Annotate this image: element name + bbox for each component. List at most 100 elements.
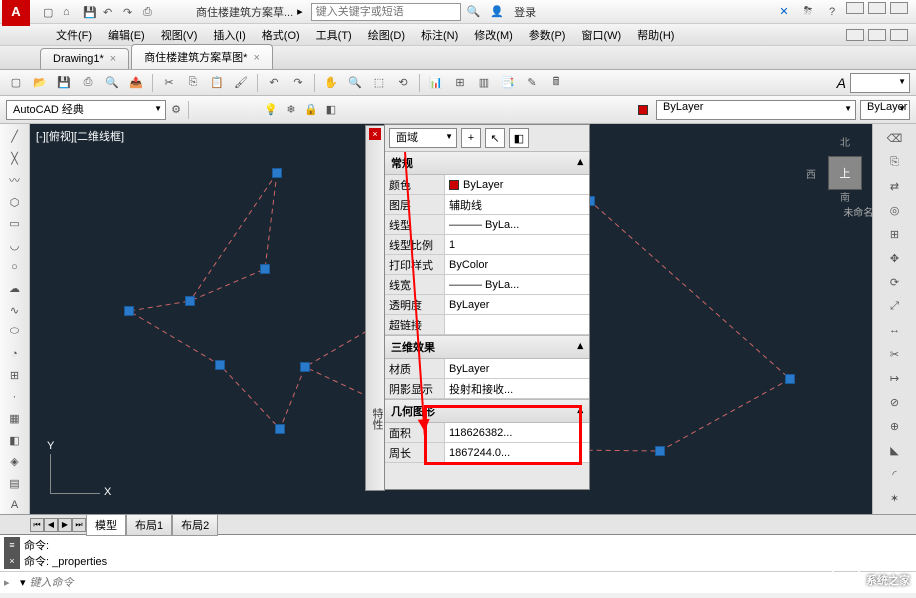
rectangle-icon[interactable]: ▭	[3, 215, 27, 233]
gear-icon[interactable]: ⚙	[166, 100, 186, 120]
menu-draw[interactable]: 绘图(D)	[362, 25, 411, 45]
new-icon[interactable]: ▢	[6, 73, 26, 93]
menu-params[interactable]: 参数(P)	[523, 25, 572, 45]
cmd-close-icon[interactable]: ×	[4, 553, 20, 569]
revcloud-icon[interactable]: ☁	[3, 280, 27, 298]
properties-icon[interactable]: 📊	[426, 73, 446, 93]
stretch-icon[interactable]: ↔	[885, 320, 905, 340]
line-icon[interactable]: ╱	[3, 128, 27, 146]
close-icon[interactable]: ×	[110, 53, 116, 65]
arc-icon[interactable]: ◡	[3, 237, 27, 255]
tab-first-icon[interactable]: ⏮	[30, 518, 44, 532]
layout-tab-model[interactable]: 模型	[86, 514, 126, 536]
xline-icon[interactable]: ╳	[3, 150, 27, 168]
mirror-icon[interactable]: ⇄	[885, 176, 905, 196]
scale-icon[interactable]: ⤢	[885, 296, 905, 316]
exchange-icon[interactable]: ✕	[774, 2, 794, 22]
menu-help[interactable]: 帮助(H)	[631, 25, 680, 45]
cmd-history-icon[interactable]: ≡	[4, 537, 20, 553]
layout-tab-layout2[interactable]: 布局2	[172, 514, 218, 536]
doc-minimize-button[interactable]	[846, 29, 864, 41]
block-icon[interactable]: ⊞	[3, 366, 27, 384]
doc-tab-scheme[interactable]: 商住楼建筑方案草图*×	[131, 44, 273, 69]
table-icon[interactable]: ▤	[3, 475, 27, 493]
publish-icon[interactable]: 📤	[126, 73, 146, 93]
grip-icon[interactable]	[124, 306, 134, 316]
spline-icon[interactable]: ∿	[3, 301, 27, 319]
close-icon[interactable]: ×	[253, 52, 259, 64]
gradient-icon[interactable]: ◧	[3, 431, 27, 449]
menu-dimension[interactable]: 标注(N)	[415, 25, 464, 45]
calc-icon[interactable]: 🖩	[546, 73, 566, 93]
close-button[interactable]	[890, 2, 908, 14]
drawing-canvas[interactable]: [-][俯视][二维线框] Y X 北 南 东 西 上 未命名 ▼	[30, 124, 916, 514]
save-icon[interactable]: 💾	[54, 73, 74, 93]
tab-last-icon[interactable]: ⏭	[72, 518, 86, 532]
tab-next-icon[interactable]: ▶	[58, 518, 72, 532]
redo-icon[interactable]: ↷	[288, 73, 308, 93]
quickselect-icon[interactable]: +	[461, 128, 481, 148]
prop-lineweight[interactable]: ——— ByLa...	[445, 275, 589, 294]
grip-icon[interactable]	[260, 264, 270, 274]
zoom-window-icon[interactable]: ⬚	[369, 73, 389, 93]
grip-icon[interactable]	[272, 168, 282, 178]
textstyle-dropdown[interactable]	[850, 73, 910, 93]
cut-icon[interactable]: ✂	[159, 73, 179, 93]
togglevalue-icon[interactable]: ◧	[509, 128, 529, 148]
workspace-dropdown[interactable]: AutoCAD 经典	[6, 100, 166, 120]
paste-icon[interactable]: 📋	[207, 73, 227, 93]
doc-close-button[interactable]	[890, 29, 908, 41]
ellipsearc-icon[interactable]: ◔	[3, 345, 27, 363]
menu-file[interactable]: 文件(F)	[50, 25, 98, 45]
layer-lock-icon[interactable]: 🔒	[301, 100, 321, 120]
menu-modify[interactable]: 修改(M)	[468, 25, 519, 45]
preview-icon[interactable]: 🔍	[102, 73, 122, 93]
explode-icon[interactable]: ✶	[885, 488, 905, 508]
grip-icon[interactable]	[215, 360, 225, 370]
matchprop-icon[interactable]: 🖌	[231, 73, 251, 93]
menu-format[interactable]: 格式(O)	[256, 25, 306, 45]
menu-insert[interactable]: 插入(I)	[207, 25, 251, 45]
grip-icon[interactable]	[300, 362, 310, 372]
tab-prev-icon[interactable]: ◀	[44, 518, 58, 532]
chamfer-icon[interactable]: ◣	[885, 440, 905, 460]
circle-icon[interactable]: ○	[3, 258, 27, 276]
array-icon[interactable]: ⊞	[885, 224, 905, 244]
minimize-button[interactable]	[846, 2, 864, 14]
sheetset-icon[interactable]: 📑	[498, 73, 518, 93]
menu-tools[interactable]: 工具(T)	[310, 25, 358, 45]
copy-icon[interactable]: ⎘	[885, 152, 905, 172]
qat-open-icon[interactable]: ⌂	[62, 5, 76, 19]
extend-icon[interactable]: ↦	[885, 368, 905, 388]
region-icon[interactable]: ◈	[3, 453, 27, 471]
maximize-button[interactable]	[868, 2, 886, 14]
erase-icon[interactable]: ⌫	[885, 128, 905, 148]
lineweight-dropdown[interactable]: ByLayer	[860, 100, 910, 120]
ellipse-icon[interactable]: ⬭	[3, 323, 27, 341]
grip-icon[interactable]	[185, 296, 195, 306]
prop-linetype[interactable]: ——— ByLa...	[445, 215, 589, 234]
designcenter-icon[interactable]: ⊞	[450, 73, 470, 93]
qat-undo-icon[interactable]: ↶	[102, 5, 116, 19]
qat-new-icon[interactable]: ▢	[42, 5, 56, 19]
layer-freeze-icon[interactable]: ❄	[281, 100, 301, 120]
open-icon[interactable]: 📂	[30, 73, 50, 93]
qat-redo-icon[interactable]: ↷	[122, 5, 136, 19]
textstyle-icon[interactable]: A	[837, 75, 846, 91]
help-icon[interactable]: ?	[822, 2, 842, 22]
login-link[interactable]: 登录	[514, 4, 536, 20]
color-swatch-icon[interactable]	[638, 105, 648, 115]
section-general[interactable]: 常规▴	[385, 151, 589, 175]
qat-print-icon[interactable]: ⎙	[142, 5, 156, 19]
prop-shadow[interactable]: 投射和接收...	[445, 379, 589, 398]
search-icon[interactable]: 🔍	[467, 5, 481, 18]
layer-on-icon[interactable]: 💡	[261, 100, 281, 120]
user-icon[interactable]: 👤	[490, 5, 504, 18]
prop-transparency[interactable]: ByLayer	[445, 295, 589, 314]
prop-material[interactable]: ByLayer	[445, 359, 589, 378]
markup-icon[interactable]: ✎	[522, 73, 542, 93]
undo-icon[interactable]: ↶	[264, 73, 284, 93]
menu-edit[interactable]: 编辑(E)	[102, 25, 151, 45]
break-icon[interactable]: ⊘	[885, 392, 905, 412]
pline-icon[interactable]: 〰	[3, 171, 27, 189]
